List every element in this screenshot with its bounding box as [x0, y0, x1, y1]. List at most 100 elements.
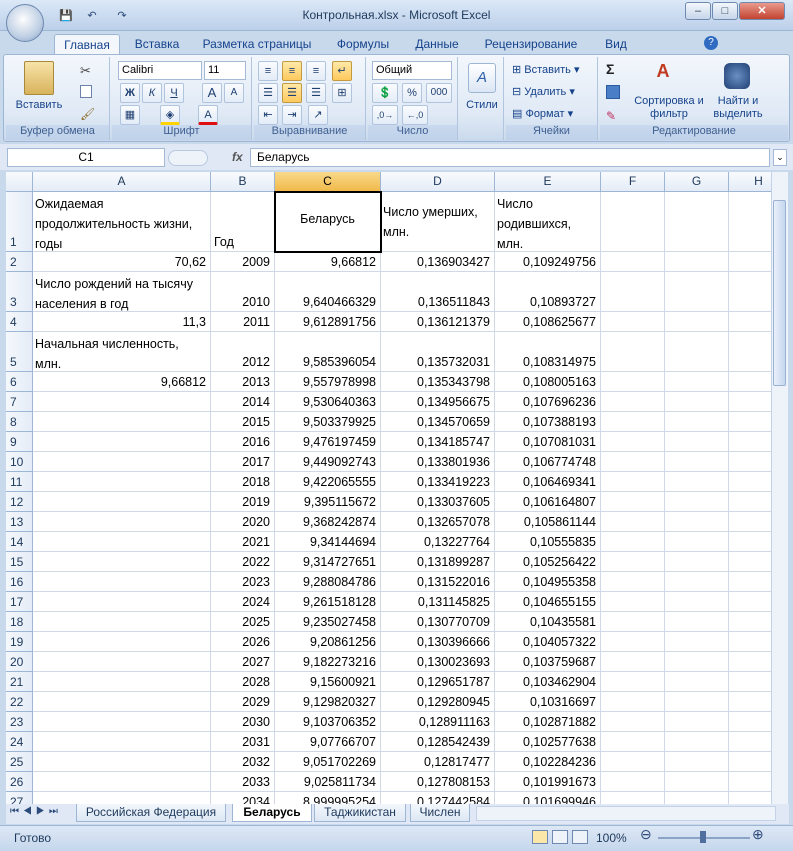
decrease-indent-icon[interactable]: ⇤: [258, 105, 278, 125]
zoom-in-icon[interactable]: ⊕: [752, 826, 764, 843]
row-header[interactable]: 5: [6, 332, 33, 372]
percent-button[interactable]: %: [402, 83, 422, 103]
row-header[interactable]: 12: [6, 492, 33, 512]
table-cell[interactable]: 0,130396666: [381, 632, 495, 652]
column-header-h[interactable]: H: [729, 172, 771, 192]
underline-button[interactable]: Ч: [164, 83, 184, 103]
row-header[interactable]: 3: [6, 272, 33, 312]
column-header-a[interactable]: A: [33, 172, 211, 192]
cut-icon[interactable]: ✂: [80, 63, 91, 79]
table-cell[interactable]: [601, 732, 665, 752]
tab-view[interactable]: Вид: [596, 34, 636, 55]
table-cell[interactable]: 9,449092743: [275, 452, 381, 472]
table-cell[interactable]: [665, 252, 729, 272]
wrap-text-icon[interactable]: ↵: [332, 61, 352, 81]
row-header[interactable]: 6: [6, 372, 33, 392]
table-cell[interactable]: [729, 692, 771, 712]
table-cell[interactable]: 2032: [211, 752, 275, 772]
align-middle-icon[interactable]: ≡: [282, 61, 302, 81]
table-cell[interactable]: Начальная численность, млн.: [33, 332, 211, 372]
table-cell[interactable]: [601, 492, 665, 512]
table-cell[interactable]: 2024: [211, 592, 275, 612]
row-header[interactable]: 8: [6, 412, 33, 432]
column-header-c[interactable]: C: [275, 172, 381, 192]
table-cell[interactable]: [729, 192, 771, 252]
table-cell[interactable]: 9,051702269: [275, 752, 381, 772]
table-cell[interactable]: 0,13227764: [381, 532, 495, 552]
table-cell[interactable]: 0,102871882: [495, 712, 601, 732]
table-cell[interactable]: [729, 792, 771, 804]
table-cell[interactable]: 0,133801936: [381, 452, 495, 472]
table-cell[interactable]: [33, 552, 211, 572]
table-cell[interactable]: 2022: [211, 552, 275, 572]
styles-button[interactable]: Стили: [460, 99, 504, 111]
table-cell[interactable]: [601, 672, 665, 692]
table-cell[interactable]: 0,131145825: [381, 592, 495, 612]
align-left-icon[interactable]: ☰: [258, 83, 278, 103]
table-cell[interactable]: [601, 632, 665, 652]
select-all-corner[interactable]: [6, 172, 33, 192]
table-cell[interactable]: 9,585396054: [275, 332, 381, 372]
borders-icon[interactable]: ▦: [120, 105, 140, 125]
close-button[interactable]: ✕: [739, 2, 785, 20]
table-cell[interactable]: 2021: [211, 532, 275, 552]
table-cell[interactable]: [601, 772, 665, 792]
align-right-icon[interactable]: ☰: [306, 83, 326, 103]
table-cell[interactable]: [729, 612, 771, 632]
paste-button[interactable]: Вставить: [14, 99, 64, 111]
table-cell[interactable]: 0,102577638: [495, 732, 601, 752]
table-cell[interactable]: 2010: [211, 272, 275, 312]
table-cell[interactable]: 0,130023693: [381, 652, 495, 672]
table-cell[interactable]: 2027: [211, 652, 275, 672]
vertical-scroll-thumb[interactable]: [773, 200, 786, 386]
find-select-icon[interactable]: [724, 63, 750, 89]
table-cell[interactable]: [33, 632, 211, 652]
help-icon[interactable]: ?: [704, 36, 718, 50]
horizontal-scrollbar[interactable]: [476, 806, 776, 821]
table-cell[interactable]: 0,127808153: [381, 772, 495, 792]
table-cell[interactable]: [33, 572, 211, 592]
row-header[interactable]: 7: [6, 392, 33, 412]
table-cell[interactable]: 0,104655155: [495, 592, 601, 612]
table-cell[interactable]: [601, 532, 665, 552]
row-header[interactable]: 26: [6, 772, 33, 792]
table-cell[interactable]: [729, 412, 771, 432]
table-cell[interactable]: [33, 692, 211, 712]
table-cell[interactable]: [33, 492, 211, 512]
table-cell[interactable]: 0,108625677: [495, 312, 601, 332]
table-cell[interactable]: [729, 432, 771, 452]
table-cell[interactable]: [33, 452, 211, 472]
table-cell[interactable]: [33, 752, 211, 772]
table-cell[interactable]: [665, 412, 729, 432]
table-cell[interactable]: 9,103706352: [275, 712, 381, 732]
table-cell[interactable]: 9,235027458: [275, 612, 381, 632]
row-header[interactable]: 23: [6, 712, 33, 732]
font-color-icon[interactable]: A: [198, 105, 218, 125]
table-cell[interactable]: 2030: [211, 712, 275, 732]
table-cell[interactable]: 9,66812: [33, 372, 211, 392]
table-cell[interactable]: 9,288084786: [275, 572, 381, 592]
table-cell[interactable]: [601, 552, 665, 572]
table-cell[interactable]: [665, 372, 729, 392]
table-cell[interactable]: 0,129280945: [381, 692, 495, 712]
table-cell[interactable]: [601, 272, 665, 312]
table-cell[interactable]: 0,136903427: [381, 252, 495, 272]
table-cell[interactable]: 0,136511843: [381, 272, 495, 312]
table-cell[interactable]: [665, 732, 729, 752]
table-cell[interactable]: 0,102284236: [495, 752, 601, 772]
page-layout-view-icon[interactable]: [552, 830, 568, 844]
table-cell[interactable]: 0,103462904: [495, 672, 601, 692]
table-cell[interactable]: [601, 792, 665, 804]
table-cell[interactable]: [33, 732, 211, 752]
table-cell[interactable]: Число умерших, млн.: [381, 192, 495, 252]
table-cell[interactable]: 2014: [211, 392, 275, 412]
align-top-icon[interactable]: ≡: [258, 61, 278, 81]
table-cell[interactable]: 0,108005163: [495, 372, 601, 392]
table-cell[interactable]: 0,106164807: [495, 492, 601, 512]
fill-icon[interactable]: [606, 85, 620, 99]
table-cell[interactable]: [601, 412, 665, 432]
styles-icon[interactable]: A: [468, 63, 496, 93]
table-cell[interactable]: 0,10893727: [495, 272, 601, 312]
table-cell[interactable]: [33, 772, 211, 792]
table-cell[interactable]: [729, 572, 771, 592]
